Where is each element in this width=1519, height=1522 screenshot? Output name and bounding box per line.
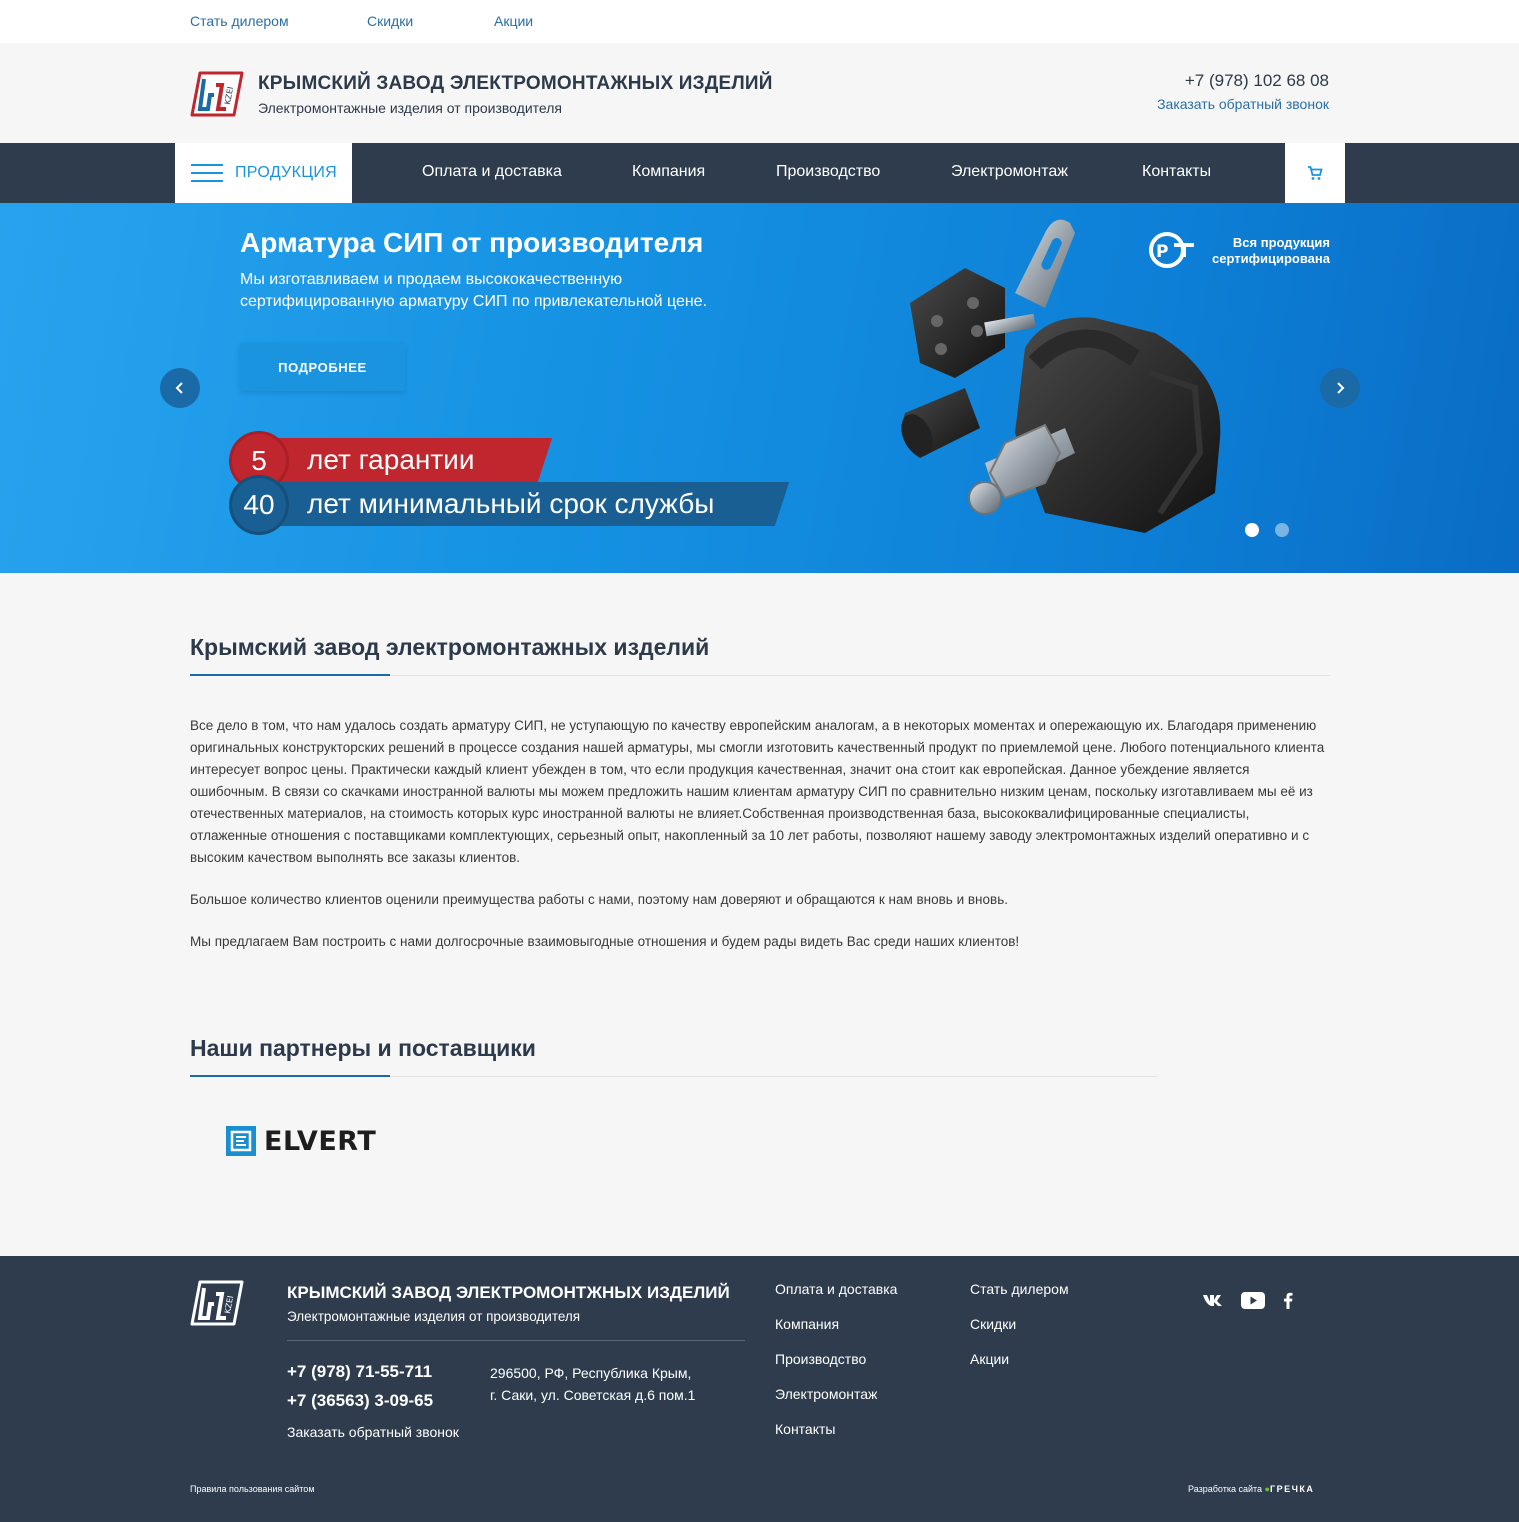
product-image: [901, 219, 1221, 533]
topbar-link-discounts[interactable]: Скидки: [367, 13, 413, 29]
about-paragraph: Большое количество клиентов оценили преи…: [190, 892, 1008, 907]
footer-logo[interactable]: KZEI: [190, 1280, 244, 1326]
about-title: Крымский завод электромонтажных изделий: [190, 634, 710, 660]
footer-subtitle: Электромонтажные изделия от производител…: [287, 1309, 581, 1324]
warranty-label: лет гарантии: [307, 444, 475, 475]
footer-link-company[interactable]: Компания: [775, 1316, 839, 1332]
about-text: Все дело в том, что нам удалось создать …: [190, 715, 1330, 973]
site-footer: KZEI КРЫМСКИЙ ЗАВОД ЭЛЕКТРОМОНТЖНЫХ ИЗДЕ…: [0, 1256, 1519, 1522]
more-button[interactable]: ПОДРОБНЕЕ: [240, 343, 405, 391]
callback-link[interactable]: Заказать обратный звонок: [1157, 96, 1329, 112]
service-life-label: лет минимальный срок службы: [307, 488, 715, 519]
chevron-left-icon: [175, 382, 183, 394]
developer-label: Разработка сайта: [1188, 1484, 1263, 1494]
chevron-right-icon: [1337, 382, 1345, 394]
hero-title: Арматура СИП от производителя: [240, 227, 704, 258]
warranty-badge: 5 лет гарантии: [232, 434, 553, 488]
footer-phone-1[interactable]: +7 (978) 71-55-711: [287, 1362, 432, 1382]
footer-link-electrical-installation[interactable]: Электромонтаж: [775, 1386, 877, 1402]
slider-dot-1[interactable]: [1245, 523, 1259, 537]
service-life-years: 40: [232, 478, 286, 532]
nav-item-electrical-installation[interactable]: Электромонтаж: [951, 163, 1068, 181]
vk-icon[interactable]: [1201, 1290, 1225, 1310]
elvert-logo-icon: [226, 1126, 256, 1156]
main-nav: ПРОДУКЦИЯ Оплата и доставка Компания Про…: [0, 143, 1519, 203]
footer-link-production[interactable]: Производство: [775, 1351, 866, 1367]
slider-dot-2[interactable]: [1275, 523, 1289, 537]
address-line-1: 296500, РФ, Республика Крым,: [490, 1365, 692, 1381]
hamburger-icon: [191, 164, 223, 182]
service-life-badge: 40 лет минимальный срок службы: [232, 478, 792, 532]
footer-link-contacts[interactable]: Контакты: [775, 1421, 835, 1437]
topbar-link-dealer[interactable]: Стать дилером: [190, 13, 289, 29]
products-menu-label: ПРОДУКЦИЯ: [235, 164, 338, 181]
top-bar: Стать дилером Скидки Акции: [0, 0, 1519, 43]
site-header: KZEI КРЫМСКИЙ ЗАВОД ЭЛЕКТРОМОНТАЖНЫХ ИЗД…: [0, 43, 1519, 143]
footer-callback-link[interactable]: Заказать обратный звонок: [287, 1424, 459, 1440]
elvert-logo-text: ELVERT: [264, 1125, 377, 1157]
footer-phone-2[interactable]: +7 (36563) 3-09-65: [287, 1391, 433, 1411]
footer-divider: [287, 1340, 745, 1341]
topbar-link-promotions[interactable]: Акции: [494, 13, 533, 29]
about-paragraph: Все дело в том, что нам удалось создать …: [190, 718, 1325, 865]
about-title-accent: [190, 674, 390, 676]
partners-title: Наши партнеры и поставщики: [190, 1035, 536, 1061]
svg-text:KZEI: KZEI: [223, 1295, 235, 1314]
developer-name: ГРЕЧКА: [1269, 1484, 1315, 1494]
nav-item-payment-delivery[interactable]: Оплата и доставка: [422, 163, 562, 181]
footer-address: 296500, РФ, Республика Крым, г. Саки, ул…: [490, 1362, 695, 1406]
partner-logo-elvert[interactable]: ELVERT: [226, 1125, 376, 1157]
nav-item-contacts[interactable]: Контакты: [1142, 163, 1211, 181]
brand-subtitle: Электромонтажные изделия от производител…: [258, 100, 562, 116]
nav-item-production[interactable]: Производство: [776, 163, 880, 181]
products-menu-button[interactable]: ПРОДУКЦИЯ: [175, 143, 352, 203]
company-logo[interactable]: KZEI: [190, 71, 244, 117]
slider-next-button[interactable]: [1320, 368, 1360, 408]
footer-link-dealer[interactable]: Стать дилером: [970, 1281, 1069, 1297]
nav-item-company[interactable]: Компания: [632, 163, 705, 181]
hero-text: Мы изготавливаем и продаем высококачеств…: [240, 271, 708, 310]
footer-link-payment-delivery[interactable]: Оплата и доставка: [775, 1281, 897, 1297]
cart-icon: [1308, 166, 1323, 180]
about-paragraph: Мы предлагаем Вам построить с нами долго…: [190, 934, 1020, 949]
cart-button[interactable]: [1285, 143, 1345, 203]
developer-credit[interactable]: Разработка сайта ●ГРЕЧКА: [1188, 1484, 1314, 1494]
footer-link-discounts[interactable]: Скидки: [970, 1316, 1016, 1332]
header-phone[interactable]: +7 (978) 102 68 08: [1185, 71, 1329, 91]
partners-title-accent: [190, 1075, 390, 1077]
footer-title: КРЫМСКИЙ ЗАВОД ЭЛЕКТРОМОНТЖНЫХ ИЗДЕЛИЙ: [287, 1283, 730, 1302]
address-line-2: г. Саки, ул. Советская д.6 пом.1: [490, 1387, 696, 1403]
facebook-icon[interactable]: [1276, 1290, 1300, 1310]
footer-link-promotions[interactable]: Акции: [970, 1351, 1009, 1367]
youtube-icon[interactable]: [1241, 1290, 1265, 1310]
slider-prev-button[interactable]: [160, 368, 200, 408]
brand-title: КРЫМСКИЙ ЗАВОД ЭЛЕКТРОМОНТАЖНЫХ ИЗДЕЛИЙ: [258, 73, 773, 94]
terms-link[interactable]: Правила пользования сайтом: [190, 1484, 315, 1494]
hero-slider: Арматура СИП от производителя Мы изготав…: [0, 203, 1519, 573]
